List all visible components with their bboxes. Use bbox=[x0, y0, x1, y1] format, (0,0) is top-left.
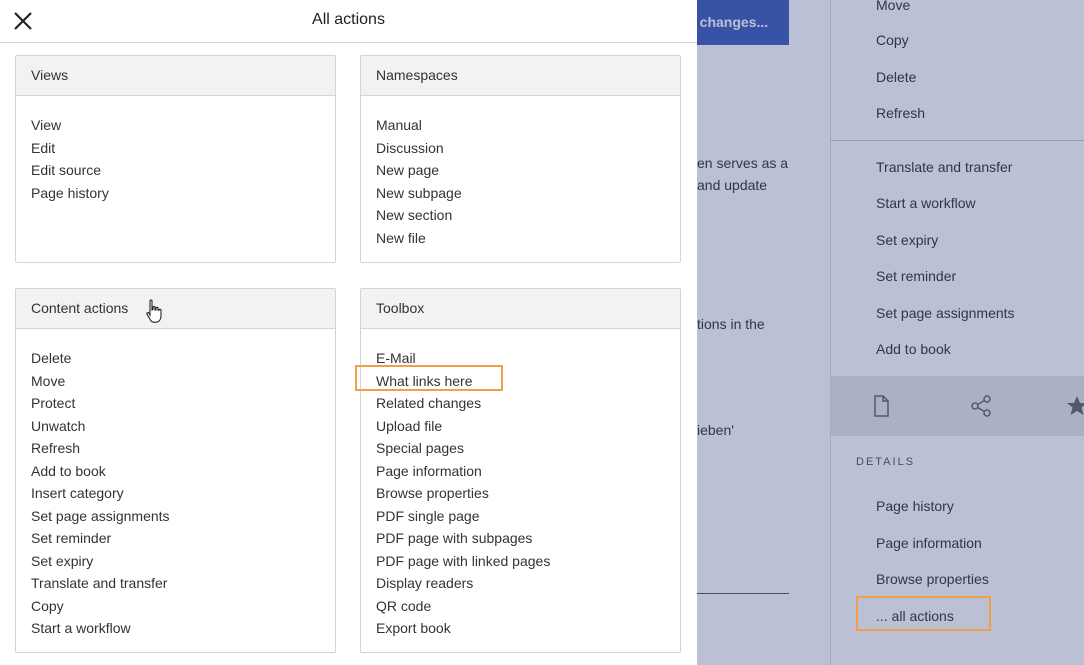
action-new-subpage[interactable]: New subpage bbox=[376, 182, 680, 205]
panel-item-page-history[interactable]: Page history bbox=[876, 498, 954, 514]
action-delete[interactable]: Delete bbox=[31, 347, 335, 370]
action-move[interactable]: Move bbox=[31, 370, 335, 393]
panel-item-reminder[interactable]: Set reminder bbox=[876, 268, 956, 284]
action-edit-source[interactable]: Edit source bbox=[31, 159, 335, 182]
action-manual[interactable]: Manual bbox=[376, 114, 680, 137]
action-new-page[interactable]: New page bbox=[376, 159, 680, 182]
panel-item-copy[interactable]: Copy bbox=[876, 32, 909, 48]
action-pdf-single-page[interactable]: PDF single page bbox=[376, 505, 680, 528]
section-title: Views bbox=[16, 56, 335, 96]
share-icon[interactable] bbox=[969, 394, 993, 418]
panel-item-delete[interactable]: Delete bbox=[876, 69, 916, 85]
action-unwatch[interactable]: Unwatch bbox=[31, 415, 335, 438]
all-actions-highlight bbox=[856, 596, 991, 631]
page-icon[interactable] bbox=[869, 394, 893, 418]
selected-text: tions bbox=[697, 316, 727, 332]
panel-item-translate[interactable]: Translate and transfer bbox=[876, 159, 1012, 175]
panel-item-refresh[interactable]: Refresh bbox=[876, 105, 925, 121]
section-toolbox: Toolbox E-Mail What links here Related c… bbox=[360, 288, 681, 653]
action-edit[interactable]: Edit bbox=[31, 137, 335, 160]
action-set-expiry[interactable]: Set expiry bbox=[31, 550, 335, 573]
action-new-file[interactable]: New file bbox=[376, 227, 680, 250]
panel-icon-bar bbox=[831, 376, 1084, 436]
panel-item-move[interactable]: Move bbox=[876, 0, 910, 13]
action-pdf-with-linked-pages[interactable]: PDF page with linked pages bbox=[376, 550, 680, 573]
what-links-here-highlight bbox=[355, 365, 503, 391]
star-icon[interactable] bbox=[1065, 394, 1084, 418]
panel-item-workflow[interactable]: Start a workflow bbox=[876, 195, 976, 211]
dialog-header: All actions bbox=[0, 0, 697, 43]
action-new-section[interactable]: New section bbox=[376, 204, 680, 227]
action-set-reminder[interactable]: Set reminder bbox=[31, 527, 335, 550]
article-text-line: and update bbox=[697, 177, 768, 193]
action-pdf-with-subpages[interactable]: PDF page with subpages bbox=[376, 527, 680, 550]
panel-item-expiry[interactable]: Set expiry bbox=[876, 232, 938, 248]
panel-item-page-information[interactable]: Page information bbox=[876, 535, 982, 551]
action-refresh[interactable]: Refresh bbox=[31, 437, 335, 460]
action-upload-file[interactable]: Upload file bbox=[376, 415, 680, 438]
action-translate-and-transfer[interactable]: Translate and transfer bbox=[31, 572, 335, 595]
action-page-information[interactable]: Page information bbox=[376, 460, 680, 483]
panel-divider bbox=[831, 140, 1084, 141]
action-protect[interactable]: Protect bbox=[31, 392, 335, 415]
action-add-to-book[interactable]: Add to book bbox=[31, 460, 335, 483]
section-title: Content actions bbox=[16, 289, 335, 329]
section-content-actions: Content actions Delete Move Protect Unwa… bbox=[15, 288, 336, 653]
action-page-history[interactable]: Page history bbox=[31, 182, 335, 205]
dialog-title: All actions bbox=[312, 11, 385, 28]
section-views: Views View Edit Edit source Page history bbox=[15, 55, 336, 263]
section-title: Namespaces bbox=[361, 56, 680, 96]
action-discussion[interactable]: Discussion bbox=[376, 137, 680, 160]
article-text-line: ieben' bbox=[697, 422, 734, 438]
action-start-workflow[interactable]: Start a workflow bbox=[31, 617, 335, 640]
action-browse-properties[interactable]: Browse properties bbox=[376, 482, 680, 505]
action-related-changes[interactable]: Related changes bbox=[376, 392, 680, 415]
action-insert-category[interactable]: Insert category bbox=[31, 482, 335, 505]
action-set-page-assignments[interactable]: Set page assignments bbox=[31, 505, 335, 528]
article-text-line: tions in the bbox=[697, 316, 765, 332]
panel-item-assignments[interactable]: Set page assignments bbox=[876, 305, 1015, 321]
hand-cursor-icon bbox=[146, 299, 162, 323]
panel-item-browse-properties[interactable]: Browse properties bbox=[876, 571, 989, 587]
section-namespaces: Namespaces Manual Discussion New page Ne… bbox=[360, 55, 681, 263]
action-export-book[interactable]: Export book bbox=[376, 617, 680, 640]
article-text-line: en serves as a bbox=[697, 155, 789, 171]
divider bbox=[697, 593, 789, 594]
action-copy[interactable]: Copy bbox=[31, 595, 335, 618]
page-actions-panel: Move Copy Delete Refresh Translate and t… bbox=[830, 0, 1084, 665]
all-actions-dialog: All actions Views View Edit Edit source … bbox=[0, 0, 697, 665]
section-title: Toolbox bbox=[361, 289, 680, 329]
panel-item-add-to-book[interactable]: Add to book bbox=[876, 341, 951, 357]
action-special-pages[interactable]: Special pages bbox=[376, 437, 680, 460]
action-view[interactable]: View bbox=[31, 114, 335, 137]
action-qr-code[interactable]: QR code bbox=[376, 595, 680, 618]
details-heading: DETAILS bbox=[856, 456, 916, 468]
action-display-readers[interactable]: Display readers bbox=[376, 572, 680, 595]
